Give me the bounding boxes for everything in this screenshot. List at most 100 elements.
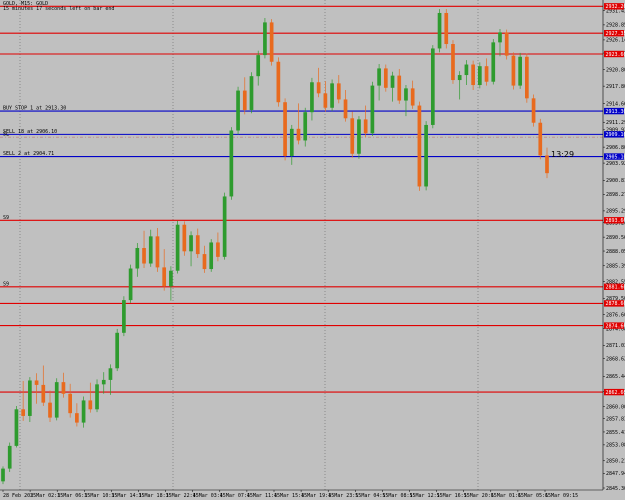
level-price-tag-text: 2874.60 <box>606 323 625 329</box>
price-tick-label: 2876.60 <box>606 312 625 318</box>
candle-body <box>222 196 227 257</box>
price-tick-label: 2860.00 <box>606 404 625 410</box>
candle-body <box>310 82 314 113</box>
candle-body <box>269 22 274 62</box>
level-price-tag-text: 2878.60 <box>606 301 625 307</box>
price-tick-label: 2885.39 <box>606 264 625 270</box>
candle-body <box>484 66 489 82</box>
candle-body <box>350 118 355 154</box>
price-tick-label: 2911.29 <box>606 120 625 126</box>
candle-body <box>504 32 509 56</box>
candle-body <box>538 122 543 156</box>
candle-body <box>343 99 348 119</box>
level-price-tag-text: 2923.60 <box>606 52 625 58</box>
candle-body <box>303 112 308 141</box>
candle-body <box>397 75 402 101</box>
level-label: SL <box>3 132 9 138</box>
candle-body <box>430 48 435 125</box>
candle-body <box>1 468 5 482</box>
candle-body <box>256 55 261 77</box>
candle-body <box>390 75 395 88</box>
price-tick-label: 2914.66 <box>606 101 625 107</box>
candle-body <box>28 380 32 416</box>
candle-body <box>323 93 328 108</box>
candle-body <box>68 393 73 414</box>
candle-body <box>236 90 240 131</box>
level-price-tag-text: 2905.10 <box>606 154 625 160</box>
level-price-tag-text: 2881.60 <box>606 285 625 291</box>
candle-body <box>14 409 19 446</box>
candle-body <box>330 83 334 108</box>
bar-timer: 13:29 <box>551 150 574 159</box>
candle-body <box>229 130 234 197</box>
level-price-tag-text: 2893.60 <box>606 218 625 224</box>
level-label: S9 <box>3 281 9 287</box>
price-tick-label: 2903.92 <box>606 161 625 167</box>
candle-body <box>242 90 247 110</box>
price-tick-label: 2926.14 <box>606 38 625 44</box>
candle-body <box>101 379 106 385</box>
level-price-tag-text: 2932.20 <box>606 4 625 10</box>
level-price-tag-text: 2909.10 <box>606 132 625 138</box>
candle-body <box>296 128 301 141</box>
candle-body <box>169 270 173 287</box>
candle-body <box>471 64 475 86</box>
candle-body <box>54 382 59 418</box>
price-tick-label: 2900.81 <box>606 178 625 184</box>
candle-body <box>34 380 39 385</box>
level-label: BUY STOP 1 at 2913.30 <box>3 106 66 112</box>
price-tick-label: 2853.08 <box>606 443 625 449</box>
candle-body <box>316 82 321 94</box>
level-label: SELL 2 at 2904.71 <box>3 151 54 157</box>
candle-body <box>283 102 287 156</box>
candle-body <box>162 267 167 287</box>
bar-countdown-info: 15 minutes 17 seconds left on bar end <box>3 6 114 12</box>
price-tick-label: 2917.80 <box>606 84 625 90</box>
candle-body <box>48 402 52 418</box>
candle-body <box>511 55 516 86</box>
candle-body <box>404 88 408 101</box>
candle-body <box>370 85 375 134</box>
candle-body <box>189 235 193 252</box>
candle-body <box>115 332 120 369</box>
candle-body <box>202 254 207 270</box>
candle-body <box>437 12 442 49</box>
candle-body <box>128 268 133 301</box>
candle-body <box>363 119 368 134</box>
candle-body <box>88 400 93 410</box>
candle-body <box>95 384 99 410</box>
candle-body <box>357 119 361 154</box>
candle-body <box>518 56 522 86</box>
candle-body <box>377 68 381 86</box>
candle-body <box>148 236 153 264</box>
candle-body <box>81 400 86 423</box>
candle-body <box>21 409 25 416</box>
candle-body <box>444 12 449 45</box>
candle-body <box>424 124 428 187</box>
price-tick-label: 2906.80 <box>606 145 625 151</box>
candle-body <box>276 61 281 103</box>
candle-body <box>410 88 415 106</box>
price-tick-label: 2847.94 <box>606 471 625 477</box>
candle-body <box>7 445 12 469</box>
candle-body <box>108 368 113 380</box>
price-tick-label: 2868.62 <box>606 357 625 363</box>
candle-body <box>289 128 294 156</box>
price-tick-label: 2845.30 <box>606 486 625 492</box>
candle-body <box>61 382 66 394</box>
candle-body <box>477 66 482 86</box>
level-price-tag-text: 2862.60 <box>606 390 625 396</box>
candle-body <box>491 42 496 82</box>
price-tick-label: 2855.41 <box>606 430 625 436</box>
time-tick-label: 6 Mar 09:15 <box>545 493 578 499</box>
price-tick-label: 2890.56 <box>606 235 625 241</box>
candle-body <box>464 64 469 76</box>
candle-body <box>182 224 187 252</box>
candle-body <box>175 224 180 271</box>
candle-body <box>135 247 140 269</box>
candle-body <box>417 105 422 187</box>
candle-body <box>451 44 455 81</box>
candle-body <box>122 300 126 333</box>
price-tick-label: 2857.83 <box>606 416 625 422</box>
price-chart[interactable]: BUY STOP 1 at 2913.30SELL 18 at 2906.10S… <box>0 0 625 500</box>
